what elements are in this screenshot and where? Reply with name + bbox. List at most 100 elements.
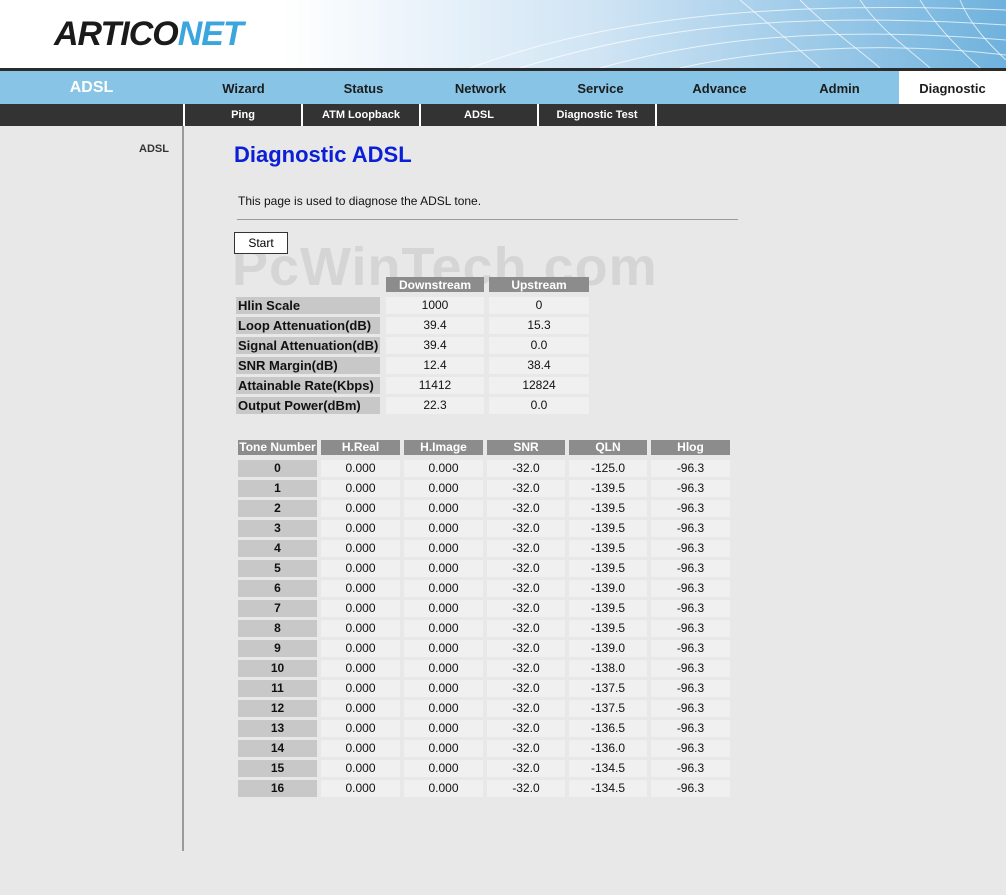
tone-qln-cell: -139.5 <box>569 540 647 557</box>
tone-qln-cell: -139.5 <box>569 480 647 497</box>
tone-hreal-cell: 0.000 <box>321 520 400 537</box>
tone-himage-cell: 0.000 <box>404 700 483 717</box>
tone-snr-cell: -32.0 <box>487 560 565 577</box>
tone-himage-cell: 0.000 <box>404 660 483 677</box>
articonet-logo: ARTICONET <box>54 15 244 53</box>
stats-downstream-value: 39.4 <box>386 317 484 334</box>
tone-number-cell: 5 <box>238 560 317 577</box>
tone-snr-cell: -32.0 <box>487 720 565 737</box>
tone-hreal-cell: 0.000 <box>321 740 400 757</box>
stats-label: Hlin Scale <box>236 297 380 314</box>
tone-hlog-cell: -96.3 <box>651 660 730 677</box>
tone-himage-cell: 0.000 <box>404 460 483 477</box>
tone-hlog-cell: -96.3 <box>651 540 730 557</box>
tone-snr-cell: -32.0 <box>487 540 565 557</box>
tone-hlog-cell: -96.3 <box>651 600 730 617</box>
stats-downstream-value: 12.4 <box>386 357 484 374</box>
tone-himage-cell: 0.000 <box>404 780 483 797</box>
stats-downstream-value: 22.3 <box>386 397 484 414</box>
subnav-tab-adsl[interactable]: ADSL <box>419 104 537 126</box>
tone-qln-cell: -134.5 <box>569 780 647 797</box>
nav-tab-advance[interactable]: Advance <box>660 71 779 104</box>
tone-hreal-cell: 0.000 <box>321 480 400 497</box>
tone-himage-cell: 0.000 <box>404 760 483 777</box>
stats-header-downstream: Downstream <box>386 277 484 292</box>
nav-tab-wizard[interactable]: Wizard <box>184 71 303 104</box>
tone-number-cell: 2 <box>238 500 317 517</box>
tone-snr-cell: -32.0 <box>487 740 565 757</box>
tone-himage-cell: 0.000 <box>404 720 483 737</box>
tone-number-cell: 14 <box>238 740 317 757</box>
tone-hlog-cell: -96.3 <box>651 700 730 717</box>
tone-himage-cell: 0.000 <box>404 740 483 757</box>
tone-hreal-cell: 0.000 <box>321 500 400 517</box>
tone-qln-cell: -139.5 <box>569 560 647 577</box>
tone-hlog-cell: -96.3 <box>651 760 730 777</box>
tone-number-cell: 12 <box>238 700 317 717</box>
tone-qln-cell: -139.5 <box>569 620 647 637</box>
tone-snr-cell: -32.0 <box>487 680 565 697</box>
tone-snr-cell: -32.0 <box>487 780 565 797</box>
tone-hlog-cell: -96.3 <box>651 580 730 597</box>
tone-snr-cell: -32.0 <box>487 620 565 637</box>
tone-header-hreal: H.Real <box>321 440 400 455</box>
header-banner: ARTICONET <box>0 0 1006 68</box>
tone-number-cell: 3 <box>238 520 317 537</box>
tone-himage-cell: 0.000 <box>404 500 483 517</box>
tone-number-cell: 1 <box>238 480 317 497</box>
tone-hreal-cell: 0.000 <box>321 780 400 797</box>
tone-hlog-cell: -96.3 <box>651 720 730 737</box>
tone-number-cell: 6 <box>238 580 317 597</box>
stats-downstream-value: 11412 <box>386 377 484 394</box>
subnav-tab-atm-loopback[interactable]: ATM Loopback <box>301 104 419 126</box>
stats-upstream-value: 38.4 <box>489 357 589 374</box>
nav-tab-diagnostic[interactable]: Diagnostic <box>899 71 1006 104</box>
tone-snr-cell: -32.0 <box>487 600 565 617</box>
nav-tab-admin[interactable]: Admin <box>780 71 899 104</box>
tone-hreal-cell: 0.000 <box>321 720 400 737</box>
tone-header-snr: SNR <box>487 440 565 455</box>
tone-snr-cell: -32.0 <box>487 520 565 537</box>
stats-upstream-value: 12824 <box>489 377 589 394</box>
tone-hreal-cell: 0.000 <box>321 700 400 717</box>
tone-qln-cell: -137.5 <box>569 680 647 697</box>
tone-snr-cell: -32.0 <box>487 500 565 517</box>
tone-header-himage: H.Image <box>404 440 483 455</box>
page-title: Diagnostic ADSL <box>234 142 412 167</box>
subnav-tab-diagnostic-test[interactable]: Diagnostic Test <box>537 104 657 126</box>
tone-qln-cell: -139.5 <box>569 600 647 617</box>
tone-number-cell: 9 <box>238 640 317 657</box>
tone-hlog-cell: -96.3 <box>651 680 730 697</box>
nav-tab-status[interactable]: Status <box>304 71 423 104</box>
subnav-tab-ping[interactable]: Ping <box>183 104 301 126</box>
tone-himage-cell: 0.000 <box>404 620 483 637</box>
tone-qln-cell: -139.5 <box>569 500 647 517</box>
nav-tab-service[interactable]: Service <box>541 71 660 104</box>
sidebar-item-adsl[interactable]: ADSL <box>139 143 169 155</box>
tone-hlog-cell: -96.3 <box>651 520 730 537</box>
tone-snr-cell: -32.0 <box>487 700 565 717</box>
tone-hreal-cell: 0.000 <box>321 460 400 477</box>
tone-number-cell: 0 <box>238 460 317 477</box>
start-button[interactable]: Start <box>234 232 288 254</box>
tone-snr-cell: -32.0 <box>487 580 565 597</box>
tone-qln-cell: -134.5 <box>569 760 647 777</box>
tone-hreal-cell: 0.000 <box>321 680 400 697</box>
nav-tab-network[interactable]: Network <box>421 71 540 104</box>
tone-hreal-cell: 0.000 <box>321 660 400 677</box>
tone-hlog-cell: -96.3 <box>651 500 730 517</box>
stats-upstream-value: 0.0 <box>489 397 589 414</box>
stats-upstream-value: 0.0 <box>489 337 589 354</box>
tone-snr-cell: -32.0 <box>487 760 565 777</box>
tone-header-qln: QLN <box>569 440 647 455</box>
tone-snr-cell: -32.0 <box>487 660 565 677</box>
tone-hreal-cell: 0.000 <box>321 540 400 557</box>
tone-hreal-cell: 0.000 <box>321 620 400 637</box>
stats-upstream-value: 15.3 <box>489 317 589 334</box>
sub-nav: Ping ATM Loopback ADSL Diagnostic Test <box>0 104 1006 126</box>
tone-hlog-cell: -96.3 <box>651 560 730 577</box>
tone-qln-cell: -136.0 <box>569 740 647 757</box>
tone-header-hlog: Hlog <box>651 440 730 455</box>
tone-qln-cell: -139.5 <box>569 520 647 537</box>
tone-himage-cell: 0.000 <box>404 680 483 697</box>
